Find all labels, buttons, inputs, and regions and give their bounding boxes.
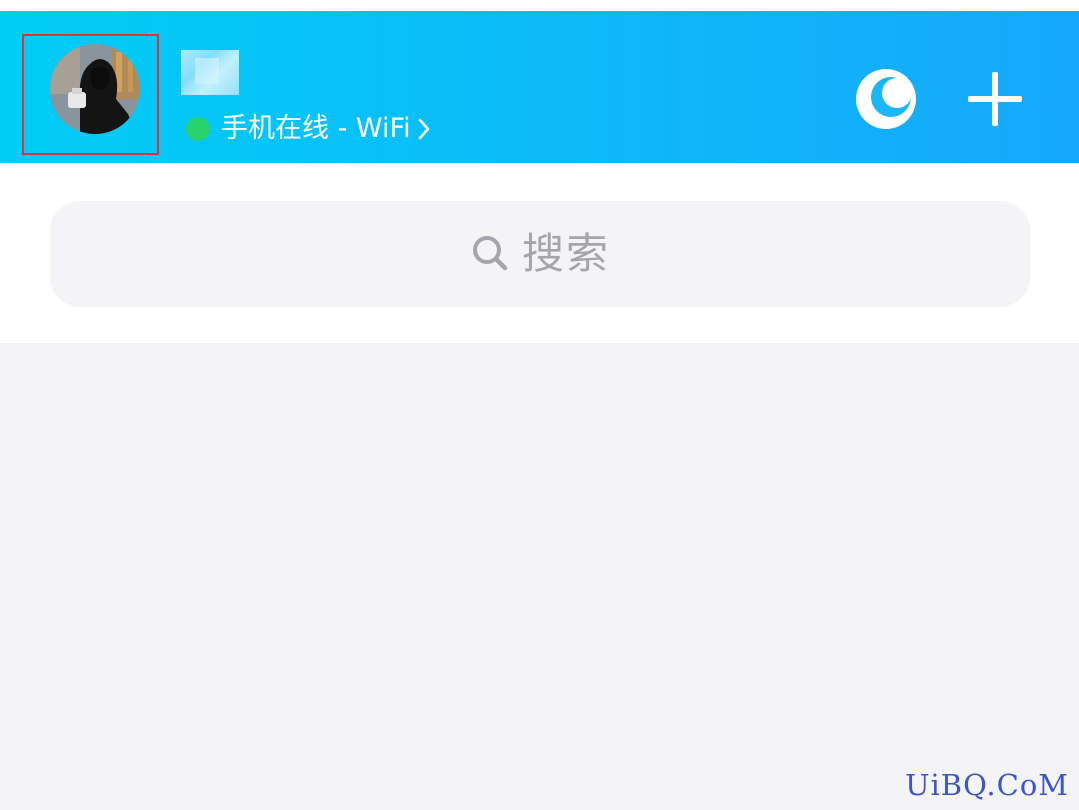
status-bar-strip bbox=[0, 0, 1079, 11]
search-input[interactable]: 搜索 bbox=[50, 201, 1030, 307]
avatar-highlight-frame bbox=[22, 34, 159, 155]
watermark: UiBQ.CoM bbox=[905, 768, 1069, 802]
search-icon bbox=[470, 233, 512, 275]
online-status-text: 手机在线 - WiFi bbox=[221, 113, 411, 144]
plus-icon bbox=[966, 70, 1024, 132]
avatar[interactable] bbox=[50, 44, 140, 134]
moon-button[interactable] bbox=[853, 68, 919, 134]
app-screen: 手机在线 - WiFi 搜索 UiBQ.CoM bbox=[0, 0, 1079, 810]
header-bar: 手机在线 - WiFi bbox=[0, 11, 1079, 163]
avatar-photo bbox=[50, 44, 140, 134]
nickname-blurred[interactable] bbox=[181, 50, 239, 95]
add-button[interactable] bbox=[962, 68, 1028, 134]
moon-icon bbox=[854, 68, 918, 134]
online-status[interactable]: 手机在线 - WiFi bbox=[186, 112, 431, 146]
search-placeholder: 搜索 bbox=[521, 229, 610, 278]
online-dot bbox=[186, 117, 210, 141]
chevron-right-icon bbox=[417, 117, 431, 141]
search-section: 搜索 bbox=[0, 163, 1079, 343]
